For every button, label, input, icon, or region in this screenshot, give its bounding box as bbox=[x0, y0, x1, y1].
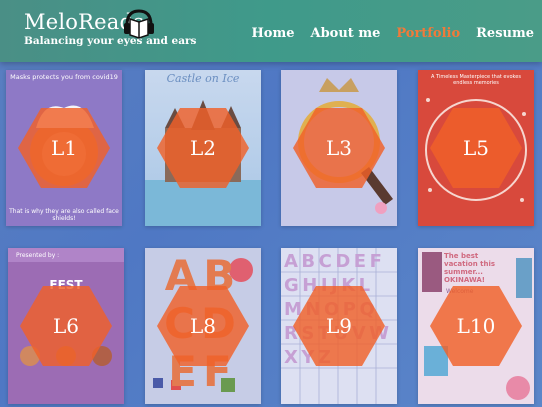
nav-home[interactable]: Home bbox=[252, 26, 295, 41]
nav-about-me[interactable]: About me bbox=[311, 26, 381, 41]
tile-l6-label: L6 bbox=[52, 314, 79, 338]
brand-tagline: Balancing your eyes and ears bbox=[24, 35, 197, 47]
brand-name: MeloReads bbox=[24, 10, 145, 34]
tile-l10-label: L10 bbox=[456, 314, 496, 338]
tile-l5-top-text: A Timeless Masterpiece that evokes endle… bbox=[431, 74, 521, 86]
portfolio-tile-l6[interactable]: Presented by : FEST L6 bbox=[8, 248, 124, 404]
tile-l1-bottom-text: That is why they are also called face sh… bbox=[9, 208, 119, 222]
tile-l1-top-text: Masks protects you from covid19 bbox=[10, 73, 118, 81]
tile-l5-label: L5 bbox=[462, 136, 489, 160]
portfolio-tile-l10[interactable]: The best vacation this summer... OKINAWA… bbox=[418, 248, 534, 404]
nav-portfolio[interactable]: Portfolio bbox=[396, 26, 460, 41]
site-header: MeloReads Balancing your eyes and ears H… bbox=[0, 0, 542, 62]
portfolio-tile-l9[interactable]: ABCDEFGHIJKLMNOPQRSTUVWXYZ L9 bbox=[281, 248, 397, 404]
tile-l2-title: Castle on Ice bbox=[166, 72, 240, 85]
portfolio-tile-l3[interactable]: L3 bbox=[281, 70, 397, 226]
tile-l8-label: L8 bbox=[189, 314, 216, 338]
book-headphones-icon bbox=[124, 9, 154, 39]
tile-l1-label: L1 bbox=[50, 136, 77, 160]
tile-l3-label: L3 bbox=[325, 136, 352, 160]
tile-l10-top-text: The best vacation this summer... OKINAWA… bbox=[444, 252, 496, 284]
nav-resume[interactable]: Resume bbox=[476, 26, 534, 41]
portfolio-tile-l2[interactable]: Castle on Ice L2 bbox=[145, 70, 261, 226]
portfolio-tile-l5[interactable]: A Timeless Masterpiece that evokes endle… bbox=[418, 70, 534, 226]
portfolio-tile-l1[interactable]: Masks protects you from covid19 That is … bbox=[6, 70, 122, 226]
tile-l2-label: L2 bbox=[189, 136, 216, 160]
portfolio-tile-l8[interactable]: ABCDEF L8 bbox=[145, 248, 261, 404]
brand[interactable]: MeloReads Balancing your eyes and ears bbox=[24, 10, 196, 47]
main-nav: Home About me Portfolio Resume bbox=[236, 26, 534, 41]
tile-l9-label: L9 bbox=[325, 314, 352, 338]
tile-l6-top-text: Presented by : bbox=[16, 252, 60, 259]
